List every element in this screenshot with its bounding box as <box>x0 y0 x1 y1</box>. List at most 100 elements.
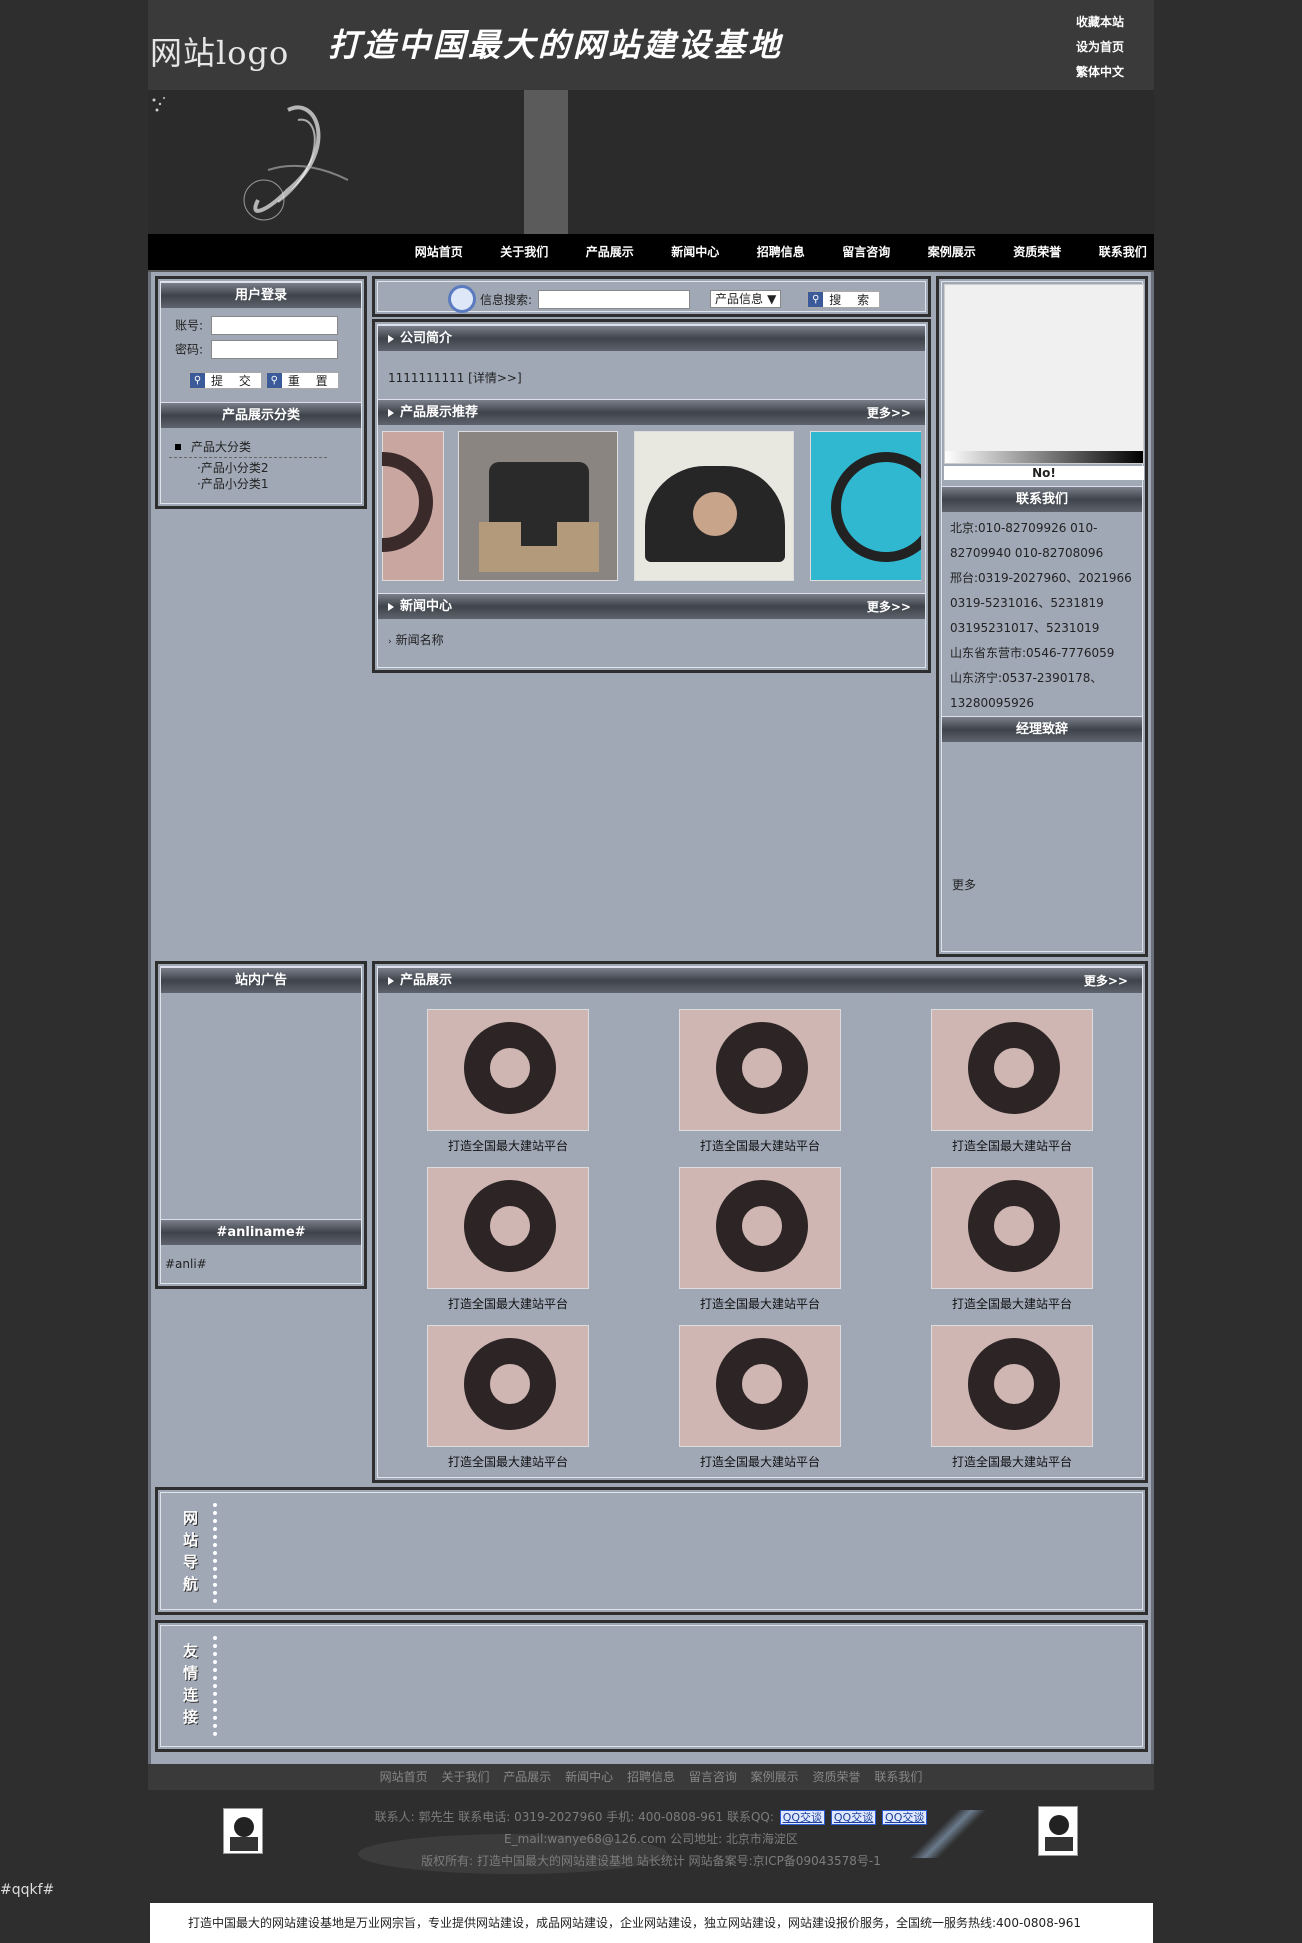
product-item[interactable]: 打造全国最大建站平台 <box>408 1167 608 1312</box>
nav-honors[interactable]: 资质荣誉 <box>995 234 1081 270</box>
category-main[interactable]: 产品大分类 <box>191 440 251 454</box>
contact-info: 北京:010-82709926 010- 82709940 010-827080… <box>950 521 1132 710</box>
nav-about[interactable]: 关于我们 <box>482 234 568 270</box>
product-image[interactable] <box>427 1325 589 1447</box>
site-header: 网站logo 打造中国最大的网站建设基地 收藏本站 设为首页 繁体中文 <box>148 0 1154 90</box>
footer-link[interactable]: 案例展示 <box>751 1770 799 1784</box>
top-links: 收藏本站 设为首页 繁体中文 <box>1076 10 1136 85</box>
product-thumb[interactable] <box>458 431 618 581</box>
dropdown-arrow-icon: ▼ <box>767 292 777 306</box>
product-thumb[interactable] <box>810 431 921 581</box>
product-image[interactable] <box>679 1325 841 1447</box>
search-icon: ⚲ <box>190 373 205 388</box>
product-image[interactable] <box>427 1009 589 1131</box>
product-item[interactable]: 打造全国最大建站平台 <box>408 1009 608 1154</box>
news-more-link[interactable]: 更多>> <box>867 594 911 620</box>
bullet-icon <box>175 444 181 450</box>
footer-contact: 联系人: 郭先生 联系电话: 0319-2027960 手机: 400-0808… <box>374 1810 774 1824</box>
footer-link[interactable]: 产品展示 <box>503 1770 551 1784</box>
footer-link[interactable]: 资质荣誉 <box>813 1770 861 1784</box>
footer: 联系人: 郭先生 联系电话: 0319-2027960 手机: 400-0808… <box>148 1790 1154 1874</box>
set-homepage-link[interactable]: 设为首页 <box>1076 35 1136 60</box>
ads-panel: 站内广告 #anliname# #anli# <box>155 961 367 1289</box>
product-image[interactable] <box>679 1167 841 1289</box>
flash-placeholder <box>944 284 1144 464</box>
traditional-chinese-link[interactable]: 繁体中文 <box>1076 60 1136 85</box>
bookmark-link[interactable]: 收藏本站 <box>1076 10 1136 35</box>
search-panel: 信息搜索: 产品信息 ▼ ⚲ 搜 索 <box>372 276 931 317</box>
category-sub-item[interactable]: ·产品小分类2 <box>197 460 268 476</box>
product-item[interactable]: 打造全国最大建站平台 <box>408 1325 608 1470</box>
product-item[interactable]: 打造全国最大建站平台 <box>660 1325 860 1470</box>
product-image[interactable] <box>931 1009 1093 1131</box>
recommend-carousel <box>382 431 921 583</box>
footer-link[interactable]: 关于我们 <box>441 1770 489 1784</box>
search-button[interactable]: ⚲ 搜 索 <box>807 290 881 308</box>
submit-button[interactable]: ⚲ 提 交 <box>189 372 262 389</box>
footer-link[interactable]: 新闻中心 <box>565 1770 613 1784</box>
product-item[interactable]: 打造全国最大建站平台 <box>660 1009 860 1154</box>
category-title: 产品展示分类 <box>161 402 361 428</box>
product-image[interactable] <box>931 1325 1093 1447</box>
manager-title: 经理致辞 <box>942 716 1142 742</box>
nav-cases[interactable]: 案例展示 <box>909 234 995 270</box>
anli-title: #anliname# <box>161 1219 361 1245</box>
contact-title: 联系我们 <box>942 486 1142 512</box>
footer-link[interactable]: 招聘信息 <box>627 1770 675 1784</box>
login-title: 用户登录 <box>161 282 361 308</box>
password-input[interactable] <box>210 340 338 359</box>
search-label: 信息搜索: <box>480 292 533 307</box>
product-thumb[interactable] <box>634 431 794 581</box>
nav-home[interactable]: 网站首页 <box>396 234 482 270</box>
qq-chat-button[interactable]: QQ交谈 <box>830 1810 877 1825</box>
manager-more-link[interactable]: 更多 <box>952 876 976 893</box>
search-category-select[interactable]: 产品信息 ▼ <box>710 290 782 308</box>
site-nav-panel: 网站导航 <box>155 1487 1148 1615</box>
ads-title: 站内广告 <box>161 967 361 993</box>
footer-link[interactable]: 网站首页 <box>380 1770 428 1784</box>
product-thumb[interactable] <box>382 431 444 581</box>
center-panel: 公司简介 1111111111 [详情>>] 产品展示推荐 更多>> 新闻中心 … <box>372 319 931 673</box>
footer-link[interactable]: 联系我们 <box>874 1770 922 1784</box>
product-item[interactable]: 打造全国最大建站平台 <box>912 1009 1112 1154</box>
intro-text[interactable]: 1111111111 [详情>>] <box>388 369 522 386</box>
qq-chat-button[interactable]: QQ交谈 <box>882 1810 928 1825</box>
magnifier-icon <box>448 285 476 313</box>
recommend-title: 产品展示推荐 更多>> <box>378 399 925 425</box>
nav-messages[interactable]: 留言咨询 <box>824 234 910 270</box>
search-icon: ⚲ <box>266 373 282 388</box>
password-label: 密码: <box>175 342 204 357</box>
flash-label: No! <box>944 466 1144 480</box>
footer-link[interactable]: 留言咨询 <box>689 1770 737 1784</box>
qqkf-placeholder: #qqkf# <box>0 1882 55 1898</box>
news-item[interactable]: 新闻名称 <box>396 633 444 647</box>
divider <box>213 1503 217 1603</box>
site-nav-title: 网站导航 <box>183 1509 199 1593</box>
recommend-more-link[interactable]: 更多>> <box>867 400 911 426</box>
search-input[interactable] <box>538 289 691 309</box>
footer-nav: 网站首页 关于我们 产品展示 新闻中心 招聘信息 留言咨询 案例展示 资质荣誉 … <box>148 1764 1154 1790</box>
nav-news[interactable]: 新闻中心 <box>653 234 739 270</box>
search-icon: ⚲ <box>808 291 824 307</box>
nav-products[interactable]: 产品展示 <box>567 234 653 270</box>
products-more-link[interactable]: 更多>> <box>1084 968 1128 994</box>
main-content: 用户登录 账号: 密码: ⚲ 提 交 ⚲ 重 置 产品展示分类 产品大分类 ·产… <box>148 272 1154 1794</box>
product-item[interactable]: 打造全国最大建站平台 <box>660 1167 860 1312</box>
product-image[interactable] <box>931 1167 1093 1289</box>
qq-chat-button[interactable]: QQ交谈 <box>779 1810 826 1825</box>
account-label: 账号: <box>175 318 204 333</box>
site-slogan: 打造中国最大的网站建设基地 <box>328 26 784 64</box>
nav-contact[interactable]: 联系我们 <box>1080 234 1166 270</box>
product-image[interactable] <box>679 1009 841 1131</box>
account-input[interactable] <box>210 316 338 335</box>
nav-jobs[interactable]: 招聘信息 <box>738 234 824 270</box>
reset-button[interactable]: ⚲ 重 置 <box>265 372 339 389</box>
product-item[interactable]: 打造全国最大建站平台 <box>912 1167 1112 1312</box>
category-sub-item[interactable]: ·产品小分类1 <box>197 476 268 492</box>
anli-text: #anli# <box>165 1257 207 1271</box>
product-image[interactable] <box>427 1167 589 1289</box>
site-logo[interactable]: 网站logo <box>150 28 289 74</box>
arrow-icon: › <box>388 637 392 647</box>
divider <box>213 1636 217 1736</box>
product-item[interactable]: 打造全国最大建站平台 <box>912 1325 1112 1470</box>
